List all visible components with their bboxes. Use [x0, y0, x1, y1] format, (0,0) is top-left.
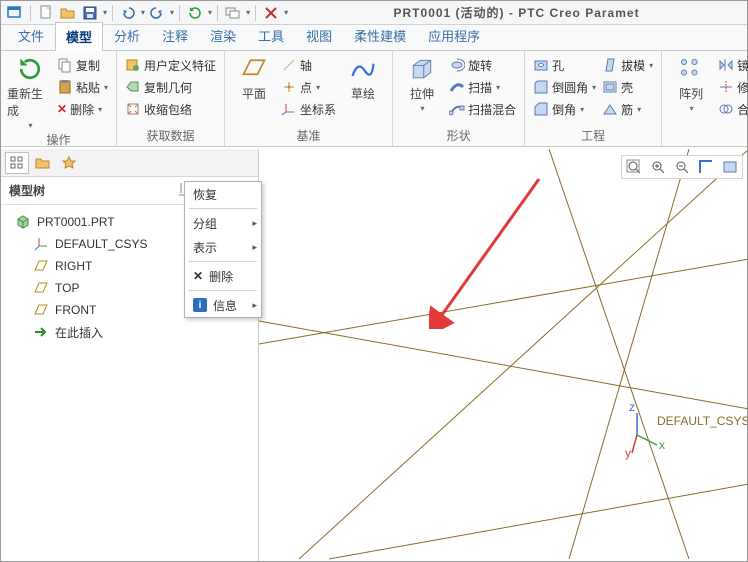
qat-customize[interactable]: ▾: [284, 8, 288, 17]
trim-button[interactable]: 修剪: [716, 77, 748, 97]
group-engineering: 孔 倒圆角▾ 倒角▾ 拔模▾ 壳 筋▾ 工程: [525, 51, 662, 146]
chamfer-button[interactable]: 倒角▾: [531, 99, 598, 119]
insert-arrow-icon: [33, 324, 49, 340]
info-icon: i: [193, 298, 207, 312]
refit-button[interactable]: [623, 157, 645, 177]
graphics-canvas[interactable]: z x y DEFAULT_CSYS: [259, 149, 747, 561]
open-button[interactable]: [58, 3, 78, 23]
group-getdata: 用户定义特征 复制几何 收缩包络 获取数据: [117, 51, 225, 146]
zoom-in-button[interactable]: [647, 157, 669, 177]
work-area: 模型树 ▾ ▾ PRT0001.PRT DEFAULT_CSYS RIGHT: [1, 149, 747, 561]
paste-button[interactable]: 粘贴▾: [55, 77, 110, 97]
round-button[interactable]: 倒圆角▾: [531, 77, 598, 97]
tab-annotate[interactable]: 注释: [151, 21, 199, 50]
undo-dropdown[interactable]: ▾: [141, 8, 145, 17]
ribbon-tabs: 文件 模型 分析 注释 渲染 工具 视图 柔性建模 应用程序: [1, 25, 747, 51]
sweep-button[interactable]: 扫描▾: [447, 77, 518, 97]
shell-button[interactable]: 壳: [600, 77, 655, 97]
close-window-button[interactable]: [261, 3, 281, 23]
tree-insert-here[interactable]: 在此插入: [9, 321, 250, 343]
extrude-button[interactable]: 拉伸 ▾: [399, 53, 445, 126]
delete-icon: ✕: [193, 269, 203, 283]
merge-button[interactable]: 合并: [716, 99, 748, 119]
regen-qat-button[interactable]: [185, 3, 205, 23]
group-shapes: 拉伸 ▾ 旋转 扫描▾ 扫描混合 形状: [393, 51, 525, 146]
group-datum: 平面 轴 点▾ 坐标系 草绘 基准: [225, 51, 393, 146]
revolve-button[interactable]: 旋转: [447, 55, 518, 75]
regen-qat-dropdown[interactable]: ▾: [208, 8, 212, 17]
tab-app[interactable]: 应用程序: [417, 21, 491, 50]
tab-model[interactable]: 模型: [55, 22, 103, 51]
new-button[interactable]: [36, 3, 56, 23]
ctx-show[interactable]: 表示▸: [185, 235, 261, 259]
tab-analysis[interactable]: 分析: [103, 21, 151, 50]
regenerate-button[interactable]: 重新生成 ▾: [7, 53, 53, 130]
tab-file[interactable]: 文件: [7, 21, 55, 50]
rib-button[interactable]: 筋▾: [600, 99, 655, 119]
svg-text:y: y: [625, 446, 631, 460]
zoom-out-button[interactable]: [671, 157, 693, 177]
copy-button[interactable]: 复制: [55, 55, 110, 75]
plane-icon: [33, 280, 49, 296]
point-button[interactable]: 点▾: [279, 77, 338, 97]
windows-button[interactable]: [223, 3, 243, 23]
redo-button[interactable]: [147, 3, 167, 23]
ribbon: 重新生成 ▾ 复制 粘贴▾ ✕删除▾ 操作 用户定义特征 复制几何 收缩包络 获…: [1, 51, 747, 147]
mirror-button[interactable]: 镜像: [716, 55, 748, 75]
save-dropdown[interactable]: ▾: [103, 8, 107, 17]
canvas-content: z x y DEFAULT_CSYS: [259, 149, 747, 561]
udf-button[interactable]: 用户定义特征: [123, 55, 218, 75]
redo-dropdown[interactable]: ▾: [170, 8, 174, 17]
shrinkwrap-button[interactable]: 收缩包络: [123, 99, 218, 119]
window-title: PRT0001 (活动的) - PTC Creo Paramet: [290, 4, 743, 21]
csys-button[interactable]: 坐标系: [279, 99, 338, 119]
svg-text:DEFAULT_CSYS: DEFAULT_CSYS: [657, 414, 747, 428]
svg-text:x: x: [659, 438, 665, 452]
group-operate: 重新生成 ▾ 复制 粘贴▾ ✕删除▾ 操作: [1, 51, 117, 146]
hole-button[interactable]: 孔: [531, 55, 598, 75]
ctx-delete[interactable]: ✕删除: [185, 264, 261, 288]
ctx-restore[interactable]: 恢复: [185, 182, 261, 206]
axis-button[interactable]: 轴: [279, 55, 338, 75]
plane-icon: [33, 302, 49, 318]
pattern-button[interactable]: 阵列 ▾: [668, 53, 714, 126]
repaint-button[interactable]: [695, 157, 717, 177]
undo-button[interactable]: [118, 3, 138, 23]
delete-button[interactable]: ✕删除▾: [55, 99, 110, 119]
window-list-button[interactable]: [5, 3, 25, 23]
windows-dropdown[interactable]: ▾: [246, 8, 250, 17]
plane-icon: [33, 258, 49, 274]
ctx-group[interactable]: 分组▸: [185, 211, 261, 235]
ctx-info[interactable]: i信息▸: [185, 293, 261, 317]
model-tree-tab[interactable]: [5, 152, 29, 174]
tab-view[interactable]: 视图: [295, 21, 343, 50]
blend-button[interactable]: 扫描混合: [447, 99, 518, 119]
folder-tab[interactable]: [31, 152, 55, 174]
display-style-button[interactable]: [719, 157, 741, 177]
view-toolbar: [621, 155, 743, 179]
favorites-tab[interactable]: [57, 152, 81, 174]
tab-tools[interactable]: 工具: [247, 21, 295, 50]
save-button[interactable]: [80, 3, 100, 23]
tab-render[interactable]: 渲染: [199, 21, 247, 50]
plane-button[interactable]: 平面: [231, 53, 277, 126]
context-menu: 恢复 分组▸ 表示▸ ✕删除 i信息▸: [184, 181, 262, 318]
svg-text:z: z: [629, 400, 635, 414]
tab-flex[interactable]: 柔性建模: [343, 21, 417, 50]
group-editing: 阵列 ▾ 镜像 修剪 合并: [662, 51, 748, 146]
part-icon: [15, 214, 31, 230]
draft-button[interactable]: 拔模▾: [600, 55, 655, 75]
navigator-tabs: [1, 149, 258, 177]
csys-icon: [33, 236, 49, 252]
copygeom-button[interactable]: 复制几何: [123, 77, 218, 97]
sketch-button[interactable]: 草绘: [340, 53, 386, 126]
